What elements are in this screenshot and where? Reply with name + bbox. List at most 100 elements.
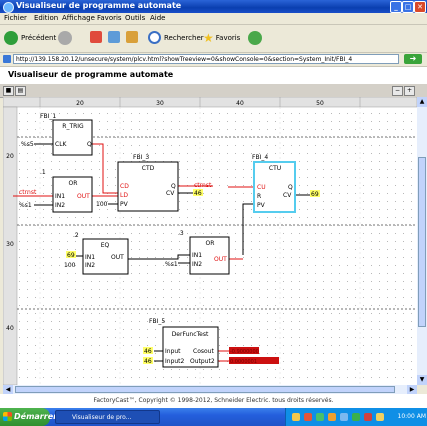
scroll-down-icon[interactable]: ▼: [417, 375, 427, 385]
go-button[interactable]: ➜: [404, 54, 422, 64]
scroll-right-icon[interactable]: ▶: [407, 385, 417, 394]
ie-logo-icon: [3, 2, 14, 13]
url-input[interactable]: http://139.158.20.12/unsecure/system/plc…: [13, 54, 399, 64]
scroll-left-icon[interactable]: ◀: [3, 385, 13, 394]
vertical-scrollbar[interactable]: ▲ ▼: [417, 97, 427, 385]
taskbar-clock: 10:00 AM: [397, 413, 426, 420]
or1-step: .1: [40, 169, 46, 176]
close-button[interactable]: ✕: [414, 1, 426, 13]
animation-toggle-icon[interactable]: ■: [3, 86, 14, 96]
tray-icon-3[interactable]: [316, 413, 324, 421]
menu-aide[interactable]: Aide: [150, 14, 165, 22]
fbi1-pin-q: Q: [87, 141, 92, 148]
forward-button[interactable]: [58, 31, 75, 45]
or1-type: OR: [69, 180, 78, 187]
tree-toggle-icon[interactable]: ▤: [15, 86, 26, 96]
search-button[interactable]: Rechercher: [148, 31, 204, 44]
or1-in1-var: ctrnst: [19, 189, 37, 196]
fbi4-pin-cv: CV: [283, 192, 292, 199]
fbi4-instance: FBI_4: [252, 154, 268, 161]
menu-favoris[interactable]: Favoris: [97, 14, 122, 22]
tray-icon-2[interactable]: [304, 413, 312, 421]
or3-step: .3: [178, 230, 184, 237]
fbi3-pin-cv: CV: [166, 190, 175, 197]
fbi1-instance: FBI_1: [40, 113, 56, 120]
forward-arrow-icon: [58, 31, 72, 45]
fbi5-type: DerFuncTest: [172, 331, 209, 338]
history-button[interactable]: [248, 31, 265, 45]
fbi1-pin-clk: CLK: [55, 141, 68, 148]
fbi4-pin-cu: CU: [257, 184, 266, 191]
back-arrow-icon: [4, 31, 18, 45]
eq2-pin-out: OUT: [111, 254, 124, 261]
window-title: Visualiseur de programme automate: [16, 1, 182, 10]
search-button-label: Rechercher: [164, 33, 204, 42]
fbi3-instance: FBI_3: [133, 154, 149, 161]
minimize-button[interactable]: _: [390, 1, 402, 13]
menu-outils[interactable]: Outils: [125, 14, 145, 22]
fbi5-pin-input2: Input2: [165, 358, 185, 365]
horizontal-scroll-thumb[interactable]: [15, 386, 395, 393]
or3-pin-in2: IN2: [192, 261, 202, 268]
column-ruler: [3, 97, 417, 108]
system-tray: 10:00 AM: [285, 408, 427, 426]
row-label-30: 30: [6, 241, 14, 248]
fbi4-pin-q: Q: [288, 184, 293, 191]
favorites-button[interactable]: ★ Favoris: [203, 31, 240, 45]
page-title: Visualiseur de programme automate: [8, 70, 174, 79]
menu-fichier[interactable]: Fichier: [4, 14, 27, 22]
menu-edition[interactable]: Edition: [34, 14, 58, 22]
stop-button[interactable]: [90, 31, 105, 43]
fbd-editor[interactable]: 20 30 40 50 20 30 40 FBI_1 R_TRIG CLK Q …: [3, 97, 417, 385]
fbi3-cv-value: 46: [194, 190, 202, 197]
tray-icon-7[interactable]: [364, 413, 372, 421]
col-label-20: 20: [76, 100, 84, 107]
fbi4-pin-pv: PV: [257, 202, 266, 209]
or1-in2-var: %s1: [19, 202, 32, 209]
or3-pin-out: OUT: [214, 256, 227, 263]
or3-pin-in1: IN1: [192, 252, 202, 259]
menu-bar: Fichier Edition Affichage Favoris Outils…: [0, 13, 427, 25]
fbi1-type: R_TRIG: [62, 123, 84, 130]
tray-icon-8[interactable]: [376, 413, 384, 421]
zoom-out-icon[interactable]: −: [392, 86, 403, 96]
tray-icon-1[interactable]: [292, 413, 300, 421]
tray-icon-4[interactable]: [328, 413, 336, 421]
or1-pin-in1: IN1: [55, 193, 65, 200]
vertical-scroll-thumb[interactable]: [418, 157, 426, 327]
back-button[interactable]: Précédent: [4, 31, 56, 45]
maximize-button[interactable]: □: [402, 1, 414, 13]
fbi3-q-value: ctrnst: [194, 182, 212, 189]
page-icon: [3, 55, 11, 63]
taskbar-item-viewer[interactable]: Visualiseur de pro...: [55, 410, 160, 424]
eq2-pin-in1: IN1: [85, 254, 95, 261]
fbi1-input-var: %s5: [21, 141, 34, 148]
menu-affichage[interactable]: Affichage: [62, 14, 95, 22]
fbi3-pv-value: 100: [96, 201, 108, 208]
fbi5-in2-value: 46: [144, 358, 152, 365]
fbi5-out1-value: -0.9000000: [230, 349, 259, 355]
home-button[interactable]: [126, 31, 141, 43]
fbi3-pin-pv: PV: [120, 201, 129, 208]
back-button-label: Précédent: [21, 34, 57, 42]
tray-icon-6[interactable]: [352, 413, 360, 421]
browser-toolbar: Précédent Rechercher ★ Favoris: [0, 25, 427, 53]
horizontal-scrollbar[interactable]: ◀ ▶: [3, 385, 417, 394]
fbi5-in1-value: 46: [144, 348, 152, 355]
address-bar: http://139.158.20.12/unsecure/system/plc…: [0, 53, 427, 67]
viewer-toolbar: ■ ▤ − +: [0, 83, 427, 98]
search-icon: [148, 31, 161, 44]
fbi5-instance: FBI_5: [149, 318, 165, 325]
history-icon: [248, 31, 262, 45]
tray-icon-5[interactable]: [340, 413, 348, 421]
windows-taskbar: Démarrer Visualiseur de pro... 10:00 AM: [0, 408, 427, 426]
fbi3-type: CTD: [142, 165, 155, 172]
eq2-type: EQ: [101, 242, 110, 249]
refresh-button[interactable]: [108, 31, 123, 43]
start-button[interactable]: Démarrer: [0, 408, 57, 426]
refresh-icon: [108, 31, 120, 43]
fbi4-pin-r: R: [257, 193, 261, 200]
scroll-up-icon[interactable]: ▲: [417, 97, 427, 107]
zoom-in-icon[interactable]: +: [404, 86, 415, 96]
star-icon: ★: [203, 31, 214, 45]
